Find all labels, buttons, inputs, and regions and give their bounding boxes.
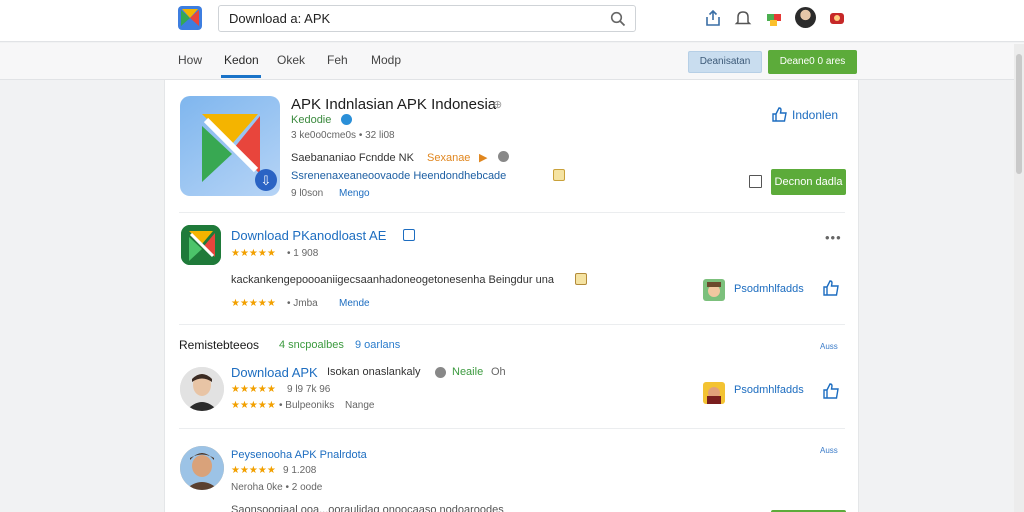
status-dot-icon — [498, 151, 509, 162]
developer-link[interactable]: Psodmhlfadds — [734, 384, 804, 396]
app-right-link[interactable]: Auss — [820, 446, 838, 455]
meta-link[interactable]: Nange — [345, 400, 374, 411]
search-input[interactable]: Download a: APK — [229, 11, 330, 26]
notification-icon[interactable] — [733, 8, 753, 28]
tab-modp[interactable]: Modp — [371, 53, 401, 67]
divider — [179, 324, 845, 325]
rating-stars: ★★★★★ — [231, 400, 276, 411]
featured-meta2: 9 l0son — [291, 188, 324, 199]
wishlist-icon[interactable] — [749, 175, 762, 188]
meta-text: • Bulpeoniks — [279, 400, 335, 411]
share-icon[interactable] — [703, 8, 723, 28]
thumbs-up-icon[interactable] — [821, 381, 841, 401]
verified-badge-icon — [341, 114, 352, 125]
scrollbar[interactable] — [1014, 44, 1024, 512]
more-options-icon[interactable]: ••• — [825, 230, 842, 245]
thumbs-up-icon[interactable] — [771, 106, 788, 123]
rating-stars: ★★★★★ — [231, 384, 276, 395]
thumbs-up-icon[interactable] — [821, 278, 841, 298]
featured-desc: Saebananiao Fcndde NK — [291, 152, 414, 164]
app-title-tail: Oh — [491, 366, 506, 378]
tag-icon — [403, 229, 415, 241]
rating-text: • 1 908 — [287, 248, 319, 259]
results-panel: ⇩ APK Indnlasian APK Indonesia ⊕ Kedodie… — [164, 80, 859, 512]
developer-avatar[interactable] — [180, 367, 224, 411]
developer-avatar-icon[interactable] — [703, 382, 725, 404]
rating-stars: ★★★★★ — [231, 248, 276, 259]
featured-desc-highlight: Sexanae — [427, 152, 471, 164]
developer-avatar[interactable] — [180, 446, 224, 490]
search-bar[interactable]: Download a: APK — [218, 5, 636, 32]
app-title-green: Neaile — [452, 366, 484, 378]
svg-text:⇩: ⇩ — [261, 174, 272, 189]
meta-link[interactable]: Mende — [339, 298, 370, 309]
section-right-link[interactable]: Auss — [820, 342, 838, 351]
badge-icon — [575, 273, 587, 285]
developer-avatar-icon[interactable] — [703, 279, 725, 301]
maps-logo-icon — [181, 225, 221, 265]
featured-meta2-link[interactable]: Mengo — [339, 188, 370, 199]
rating-stars: ★★★★★ — [231, 298, 276, 309]
info-icon: ⊕ — [493, 99, 503, 111]
featured-app-title[interactable]: APK Indnlasian APK Indonesia — [291, 96, 496, 113]
featured-app-icon[interactable]: ⇩ — [180, 96, 280, 196]
meta-text: Neroha 0ke • 2 oode — [231, 482, 323, 493]
rating-text: 9 l9 7k 96 — [287, 384, 331, 395]
rating-text: 9 1.208 — [283, 465, 317, 476]
featured-meta: 3 ke0o0cme0s • 32 li08 — [291, 130, 395, 141]
developer-link[interactable]: Psodmhlfadds — [734, 283, 804, 295]
tab-kedon[interactable]: Kedon — [224, 53, 259, 67]
search-icon[interactable] — [610, 11, 626, 27]
tab-bar: How Kedon Okek Feh Modp Deanisatan Deane… — [0, 43, 1024, 80]
partial-description: Saonsoogiaal ooa...ooraulidag onoocaaso … — [231, 504, 504, 512]
divider — [179, 212, 845, 213]
meta-text: • Jmba — [287, 298, 318, 309]
status-dot-icon — [435, 367, 446, 378]
game-icon[interactable] — [827, 8, 847, 28]
maps-logo-icon: ⇩ — [202, 114, 277, 191]
divider — [179, 428, 845, 429]
section-link-blue[interactable]: 9 oarlans — [355, 339, 400, 351]
badge-icon — [553, 169, 565, 181]
app-icon[interactable] — [181, 225, 221, 265]
follow-link[interactable]: Indonlen — [792, 108, 838, 122]
section-link-green[interactable]: 4 sncpoalbes — [279, 339, 344, 351]
rating-stars: ★★★★★ — [231, 465, 276, 476]
app-store-logo-icon[interactable] — [178, 6, 202, 30]
install-button[interactable]: Decnon dadla — [771, 169, 846, 195]
app-description: kackankengepoooaniigecsaanhadoneogetones… — [231, 274, 554, 286]
tab-how[interactable]: How — [178, 53, 202, 67]
section-title: Remistebteeos — [179, 338, 260, 352]
tab-okek[interactable]: Okek — [277, 53, 305, 67]
app-title[interactable]: Download PKanodloast AE — [231, 228, 386, 243]
tab-feh[interactable]: Feh — [327, 53, 348, 67]
arrow-icon: ▶ — [479, 152, 488, 164]
puzzle-icon[interactable] — [764, 8, 784, 28]
featured-desc-blue: Ssrenenaxeaneoovaode Heendondhebcade — [291, 170, 507, 182]
app-title-extra: Isokan onaslankaly — [327, 366, 421, 378]
featured-developer[interactable]: Kedodie — [291, 114, 331, 126]
active-tab-indicator — [221, 75, 261, 78]
user-avatar[interactable] — [795, 7, 816, 28]
app-title[interactable]: Peysenooha APK Pnalrdota — [231, 449, 367, 461]
primary-action-button[interactable]: Deane0 0 ares — [768, 50, 857, 74]
app-title[interactable]: Download APK — [231, 365, 318, 380]
scrollbar-thumb[interactable] — [1016, 54, 1022, 174]
top-bar: Download a: APK — [0, 0, 1024, 42]
secondary-action-button[interactable]: Deanisatan — [688, 51, 762, 73]
